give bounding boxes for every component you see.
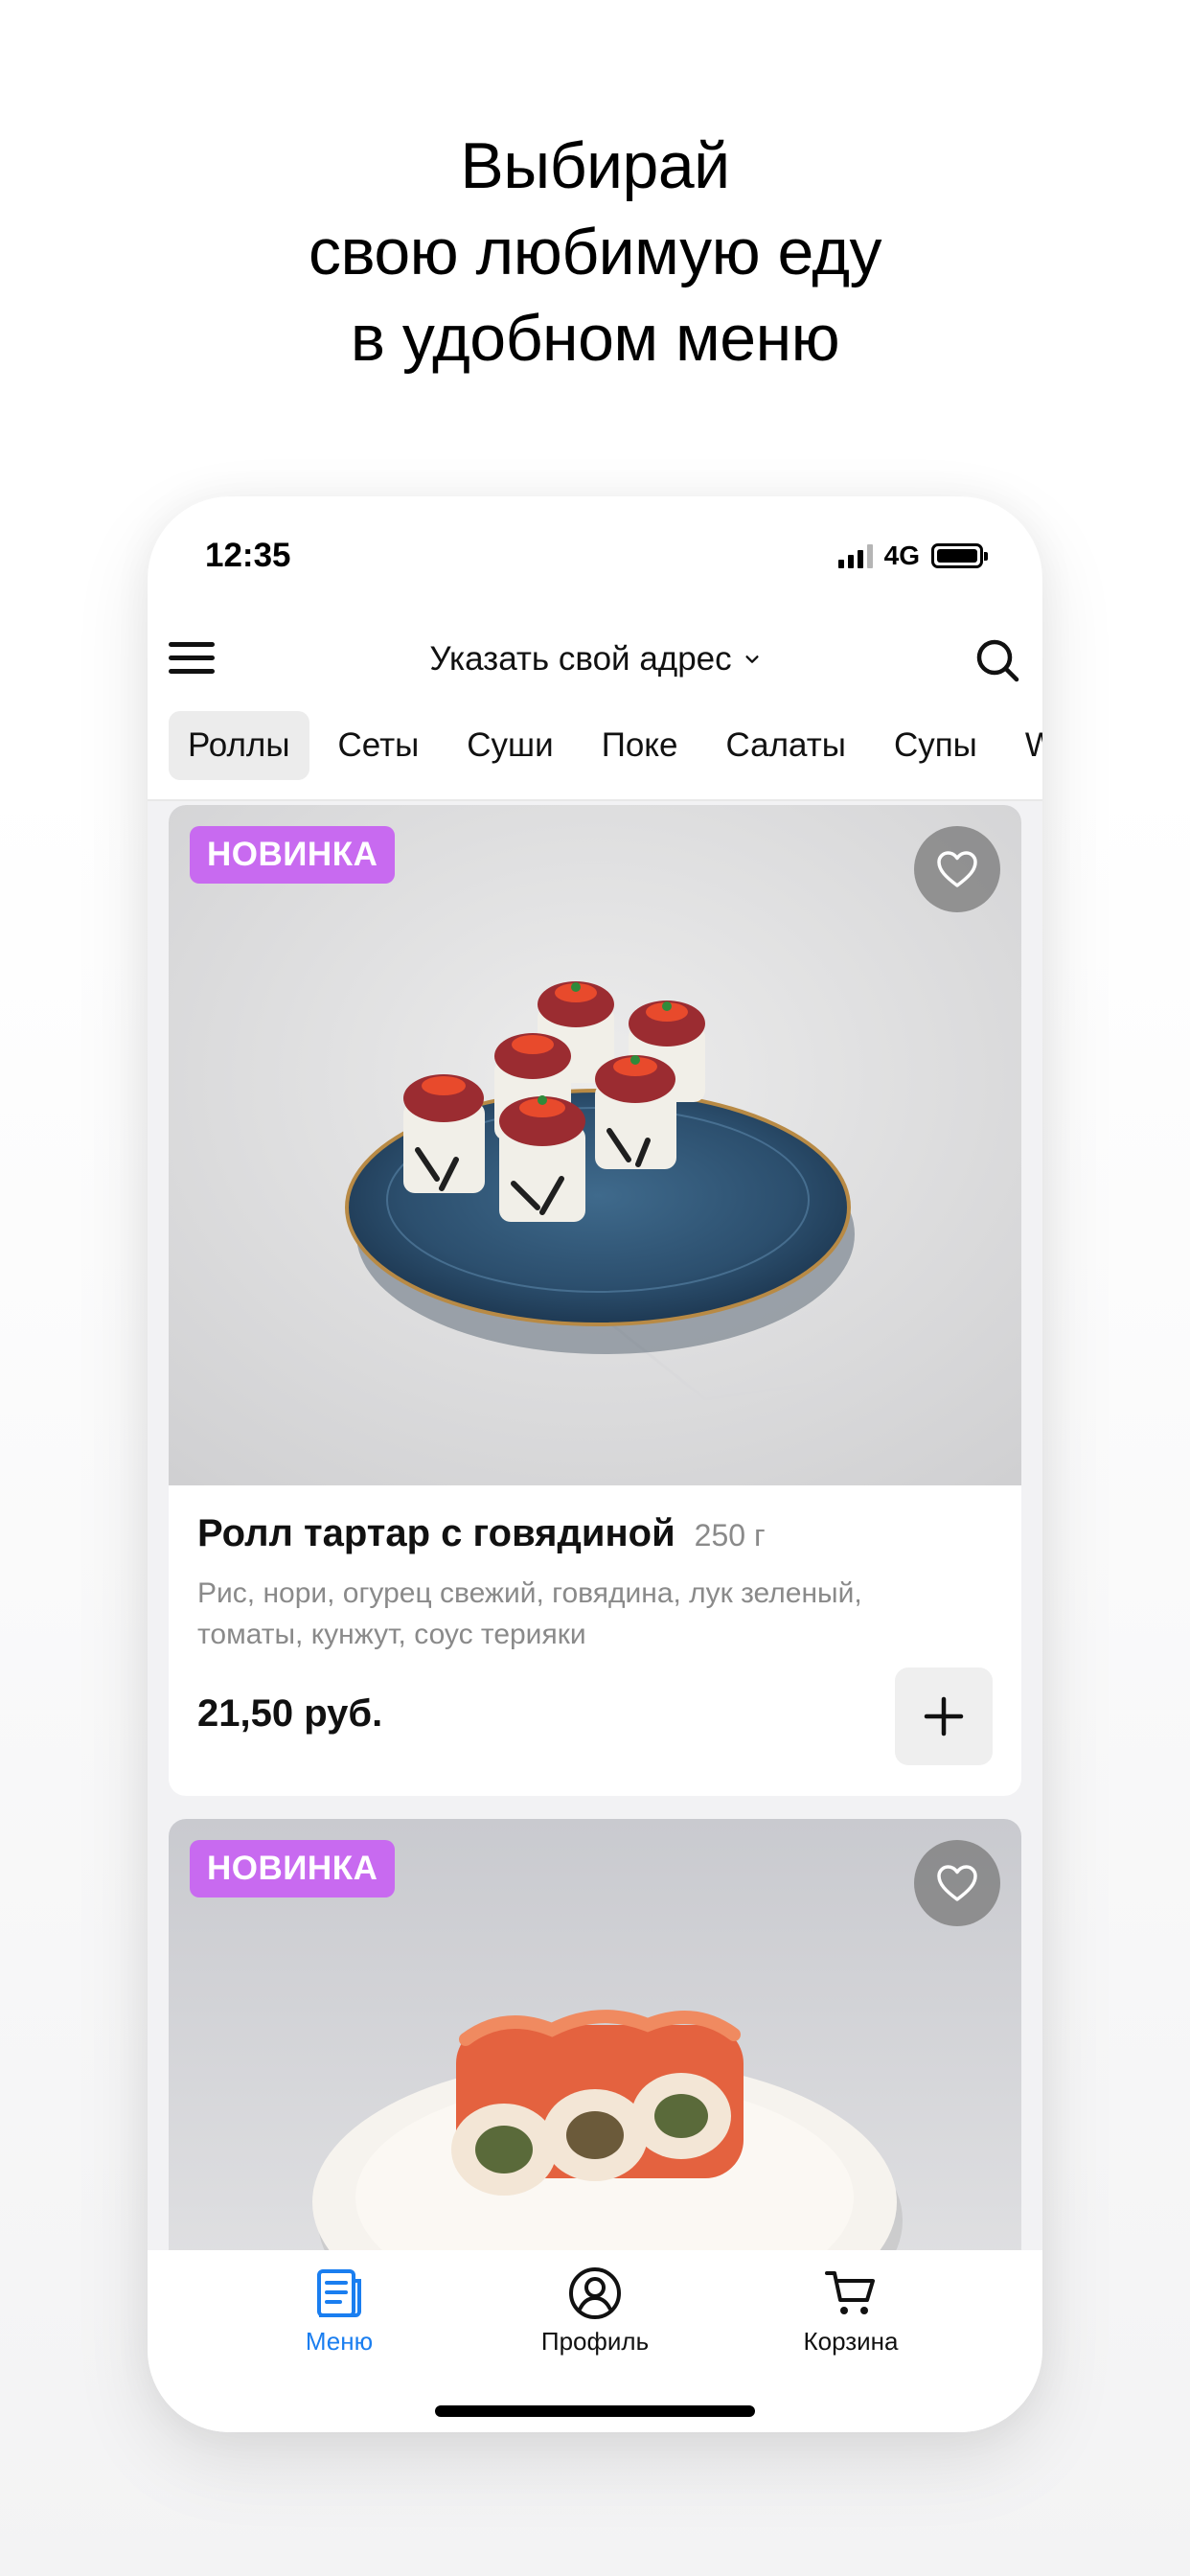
cart-icon xyxy=(825,2271,875,2314)
home-indicator[interactable] xyxy=(435,2405,755,2417)
promo-headline: Выбирай свою любимую еду в удобном меню xyxy=(0,123,1190,381)
profile-icon xyxy=(569,2267,621,2319)
nav-menu-label: Меню xyxy=(305,2327,374,2356)
product-weight: 250 г xyxy=(694,1518,766,1552)
product-feed[interactable]: НОВИНКА Ролл тартар с говядиной 250 г Ри… xyxy=(148,801,1042,2269)
nav-profile-label: Профиль xyxy=(540,2327,650,2356)
tab-salads[interactable]: Салаты xyxy=(706,711,864,780)
search-icon[interactable] xyxy=(973,636,1021,684)
category-tabs: Роллы Сеты Суши Поке Салаты Супы WOK xyxy=(169,711,1042,780)
product-card[interactable]: НОВИНКА xyxy=(169,1819,1021,2269)
heart-icon[interactable] xyxy=(914,1840,1000,1926)
chevron-down-icon xyxy=(745,656,759,663)
menu-book-icon xyxy=(317,2269,361,2317)
tab-wok[interactable]: WOK xyxy=(1006,711,1042,780)
headline-line-1: Выбирай xyxy=(460,129,730,202)
beef-tartare-rolls-photo: НОВИНКА xyxy=(169,805,1021,1485)
menu-icon[interactable] xyxy=(169,642,215,680)
top-bar: Указать свой адрес xyxy=(148,611,1042,717)
nav-menu[interactable]: Меню xyxy=(234,2266,445,2357)
phone-mockup: 12:35 4G Указать свой адрес Роллы Сеты С… xyxy=(148,496,1042,2432)
plus-icon xyxy=(924,1696,964,1736)
tab-soups[interactable]: Супы xyxy=(875,711,996,780)
nav-cart-label: Корзина xyxy=(803,2327,899,2356)
new-badge: НОВИНКА xyxy=(190,826,396,884)
address-selector[interactable]: Указать свой адрес xyxy=(429,640,760,678)
address-label: Указать свой адрес xyxy=(429,640,732,678)
promo-screen: Выбирай свою любимую еду в удобном меню … xyxy=(0,0,1190,2576)
product-name: Ролл тартар с говядиной xyxy=(197,1512,675,1554)
nav-profile[interactable]: Профиль xyxy=(490,2266,700,2357)
heart-icon[interactable] xyxy=(914,826,1000,912)
add-to-cart-button[interactable] xyxy=(895,1668,993,1765)
bottom-navigation: Меню Профиль Корзина xyxy=(148,2250,1042,2432)
battery-icon xyxy=(931,543,988,568)
tab-sets[interactable]: Сеты xyxy=(319,711,439,780)
salmon-rolls-photo: НОВИНКА xyxy=(169,1819,1021,2269)
new-badge: НОВИНКА xyxy=(190,1840,396,1898)
product-description: Рис, нори, огурец свежий, говядина, лук … xyxy=(197,1577,862,1650)
tab-poke[interactable]: Поке xyxy=(583,711,698,780)
product-price: 21,50 руб. xyxy=(197,1692,383,1735)
status-bar: 12:35 4G xyxy=(148,496,1042,611)
signal-icon xyxy=(837,543,873,568)
tab-rolls[interactable]: Роллы xyxy=(169,711,309,780)
network-label: 4G xyxy=(883,540,920,570)
headline-line-2: свою любимую еду xyxy=(308,216,882,288)
product-card[interactable]: НОВИНКА Ролл тартар с говядиной 250 г Ри… xyxy=(169,805,1021,1796)
nav-cart[interactable]: Корзина xyxy=(745,2266,956,2357)
tab-sushi[interactable]: Суши xyxy=(447,711,572,780)
headline-line-3: в удобном меню xyxy=(350,302,840,375)
status-time: 12:35 xyxy=(205,537,291,574)
